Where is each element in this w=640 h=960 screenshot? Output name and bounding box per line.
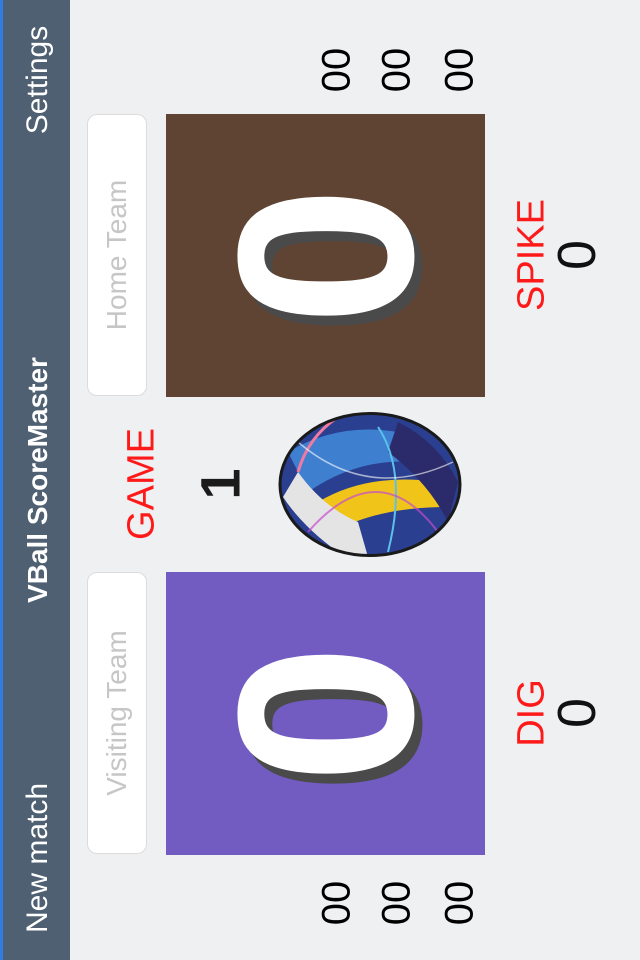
volleyball-icon[interactable] — [278, 412, 462, 557]
home-score: 0 — [185, 185, 465, 326]
app-header: New match VBall ScoreMaster Settings — [0, 0, 70, 960]
visiting-team-input[interactable] — [87, 572, 147, 854]
visiting-stat-value[interactable]: 0 — [546, 698, 608, 728]
home-set-3: 00 — [437, 47, 482, 93]
home-team-input[interactable] — [87, 114, 147, 396]
visiting-set-2: 00 — [374, 880, 419, 926]
home-stat-value[interactable]: 0 — [546, 240, 608, 270]
home-set-2: 00 — [374, 47, 419, 93]
visiting-score: 0 — [185, 643, 465, 784]
home-set-1: 00 — [314, 47, 359, 93]
visiting-score-panel[interactable]: 0 — [166, 572, 485, 855]
game-number: 1 — [188, 468, 252, 500]
settings-button[interactable]: Settings — [21, 26, 55, 134]
home-score-panel[interactable]: 0 — [166, 114, 485, 397]
visiting-set-1: 00 — [314, 880, 359, 926]
visiting-set-3: 00 — [437, 880, 482, 926]
app-title: VBall ScoreMaster — [22, 357, 53, 603]
new-match-button[interactable]: New match — [21, 783, 55, 933]
game-label: GAME — [120, 428, 163, 540]
